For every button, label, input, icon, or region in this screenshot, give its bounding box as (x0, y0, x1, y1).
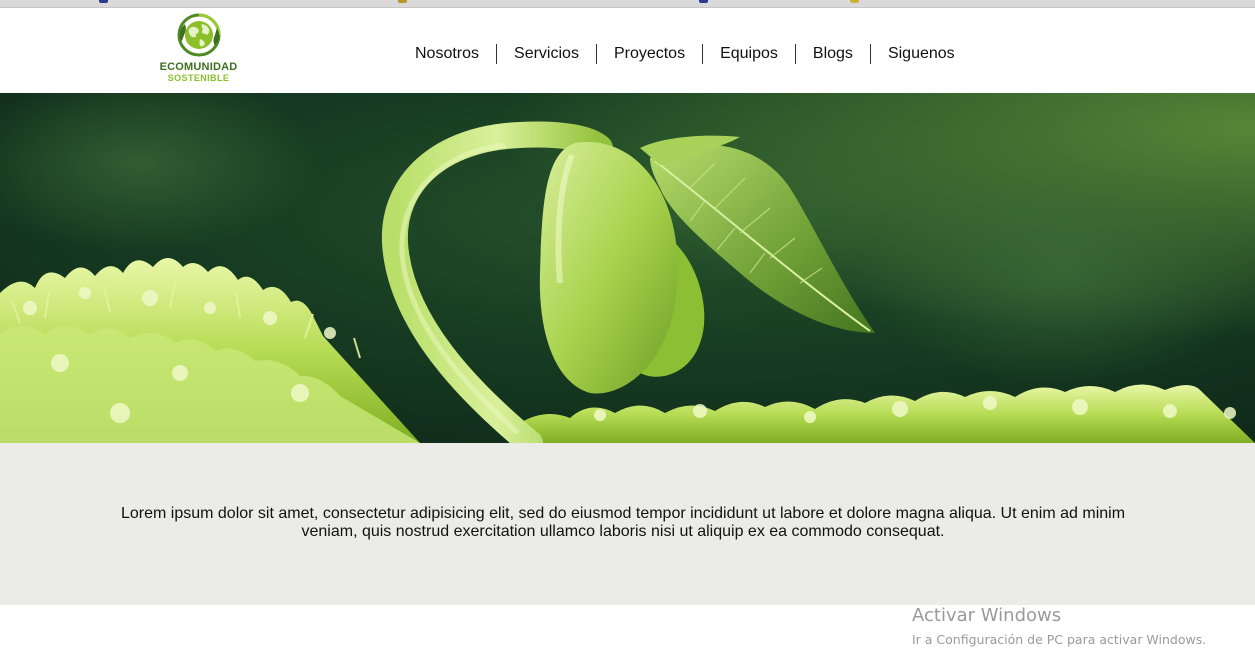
nav-item-equipos[interactable]: Equipos (702, 44, 795, 64)
watermark-subtitle: Ir a Configuración de PC para activar Wi… (912, 632, 1207, 647)
bookmark-icon[interactable] (398, 0, 407, 3)
bookmark-icon[interactable] (850, 0, 859, 3)
nav-item-siguenos[interactable]: Siguenos (869, 44, 972, 64)
nav-item-servicios[interactable]: Servicios (496, 44, 596, 64)
nav-item-nosotros[interactable]: Nosotros (398, 44, 496, 64)
bookmark-icon[interactable] (99, 0, 108, 3)
bookmark-icon[interactable] (699, 0, 708, 3)
browser-bookmark-strip (0, 0, 1255, 8)
intro-paragraph: Lorem ipsum dolor sit amet, consectetur … (120, 505, 1126, 540)
nav-item-blogs[interactable]: Blogs (794, 44, 870, 64)
globe-leaf-icon (177, 13, 221, 57)
logo-name: ECOMUNIDAD (159, 61, 238, 73)
watermark-title: Activar Windows (912, 605, 1062, 626)
intro-section: Lorem ipsum dolor sit amet, consectetur … (0, 443, 1255, 605)
seedling-sprout-photo (0, 93, 1255, 443)
nav-item-proyectos[interactable]: Proyectos (595, 44, 702, 64)
hero-banner (0, 93, 1255, 443)
main-nav: Nosotros Servicios Proyectos Equipos Blo… (398, 44, 972, 64)
logo-tagline: SOSTENIBLE (167, 73, 230, 83)
site-logo[interactable]: ECOMUNIDAD SOSTENIBLE (155, 12, 245, 86)
windows-activation-watermark: Activar Windows Ir a Configuración de PC… (912, 605, 1252, 649)
site-header: ECOMUNIDAD SOSTENIBLE Nosotros Servicios… (0, 8, 1255, 93)
